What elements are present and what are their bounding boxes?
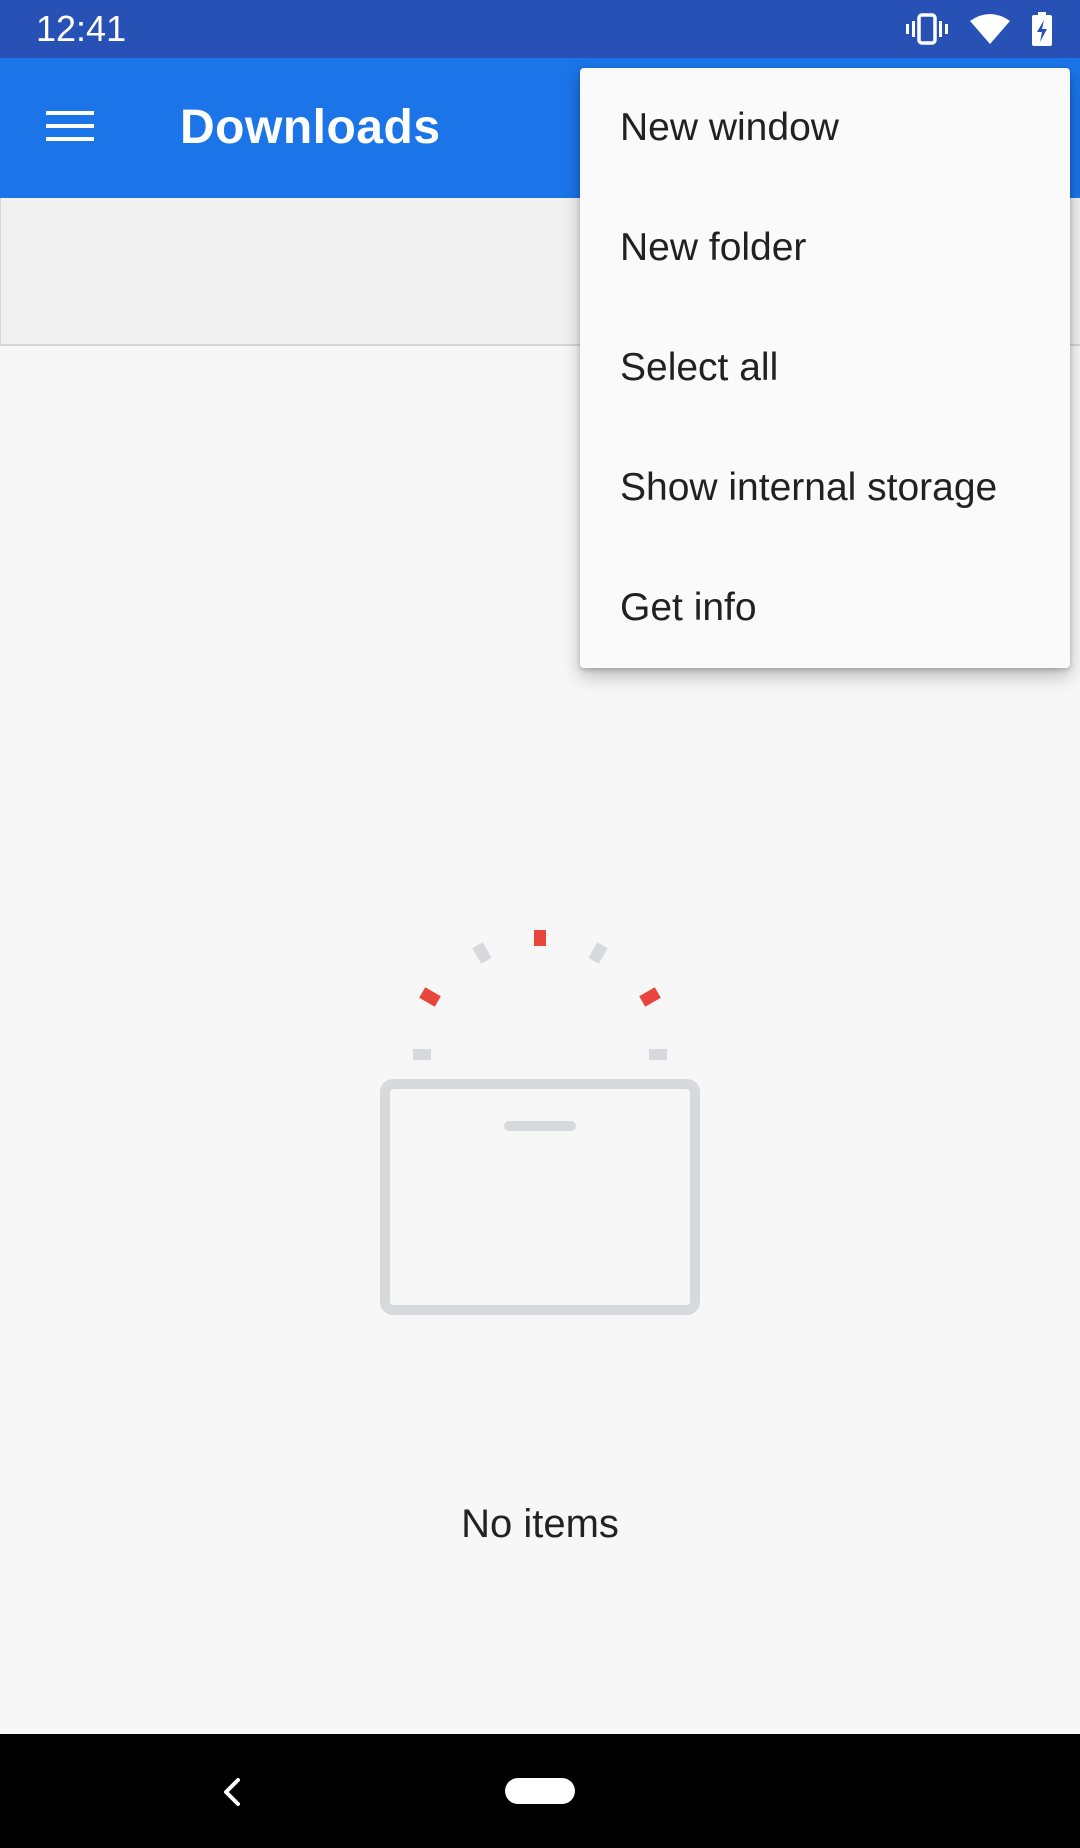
navigation-drawer-button[interactable]: [34, 96, 106, 160]
vibrate-icon: [906, 13, 948, 45]
system-nav-bar: [0, 1734, 1080, 1848]
hamburger-menu-icon: [46, 109, 94, 148]
burst-dash-center: [534, 930, 546, 946]
status-time: 12:41: [36, 8, 127, 49]
menu-item-get-info[interactable]: Get info: [580, 548, 1070, 668]
page-title: Downloads: [180, 101, 441, 154]
overflow-menu: New window New folder Select all Show in…: [580, 68, 1070, 668]
menu-item-new-window[interactable]: New window: [580, 68, 1070, 188]
status-bar: 12:41: [0, 0, 1080, 58]
home-pill-icon[interactable]: [505, 1778, 575, 1804]
status-icons: [906, 8, 1052, 50]
battery-charging-icon: [1032, 12, 1052, 46]
menu-item-new-folder[interactable]: New folder: [580, 188, 1070, 308]
empty-state-message: No items: [461, 1502, 619, 1546]
wifi-icon: [970, 13, 1010, 45]
menu-item-select-all[interactable]: Select all: [580, 308, 1070, 428]
back-icon[interactable]: [212, 1772, 252, 1812]
empty-box-icon: [380, 920, 700, 1320]
menu-item-show-internal-storage[interactable]: Show internal storage: [580, 428, 1070, 548]
